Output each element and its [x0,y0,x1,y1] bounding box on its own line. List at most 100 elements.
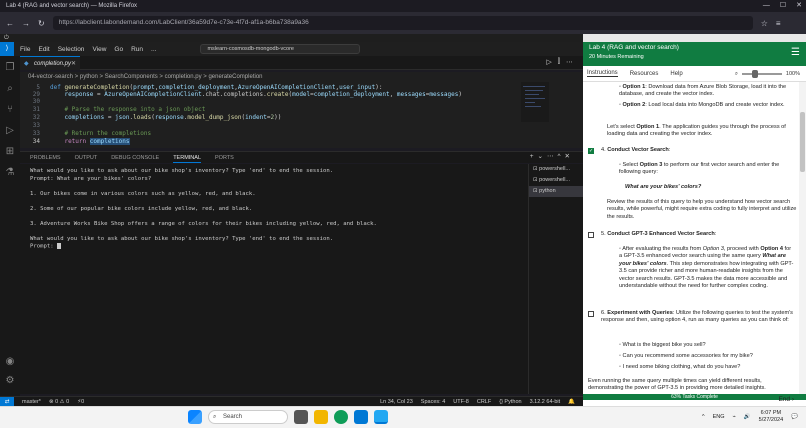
breadcrumb-function[interactable]: generateCompletion [208,74,262,80]
windows-start-icon[interactable] [188,410,202,424]
split-editor-icon[interactable]: ⫿ [558,58,560,66]
command-center-search[interactable]: mslearn-cosmosdb-mongodb-vcore [200,44,361,54]
menu-more[interactable]: ... [147,46,160,53]
extensions-icon[interactable]: ⊞ [6,146,14,157]
search-icon[interactable]: ⌕ [7,83,13,94]
clock[interactable]: 6:07 PM 5/27/2024 [759,410,783,424]
reload-icon[interactable]: ↻ [38,19,45,28]
run-file-icon[interactable]: ▷ [546,58,551,66]
terminal-prompt-line: Prompt: [30,243,518,251]
terminal-item-powershell-2[interactable]: ⊡ powershell... [529,175,583,186]
maximize-icon[interactable]: ☐ [780,0,786,12]
power-icon[interactable]: ⏻ [4,35,9,41]
file-explorer-icon[interactable] [314,410,328,424]
menu-view[interactable]: View [88,46,110,53]
minimap[interactable] [521,82,549,122]
lab-scrollbar-thumb[interactable] [800,112,805,172]
terminal-cursor [56,243,61,249]
code-editor[interactable]: 5 def generateCompletion(prompt,completi… [20,82,583,148]
task-5-checkbox[interactable] [588,232,594,238]
menu-file[interactable]: File [16,46,34,53]
tab-debug-console[interactable]: DEBUG CONSOLE [111,152,159,163]
tab-ports[interactable]: PORTS [215,152,234,163]
back-icon[interactable]: ← [6,19,14,28]
zoom-control: ⌕ 100% [735,66,800,82]
query-1: ◦ What is the biggest bike you sell? [619,342,706,348]
chevron-down-icon[interactable]: ⌄ [538,151,543,163]
taskbar-search-label: Search [223,414,243,420]
terminal-line: 2. Some of our popular bike colors inclu… [30,205,253,212]
tab-help[interactable]: Help [670,71,682,77]
terminal-item-powershell-1[interactable]: ⊡ powershell... [529,164,583,175]
tray-chevron-icon[interactable]: ^ [702,414,705,420]
code-line-def: def generateCompletion(prompt,completion… [50,84,383,91]
tab-completion-py[interactable]: ◆ completion.py ✕ [20,56,80,70]
task-4-query: What are your bikes' colors? [625,184,702,190]
zoom-slider[interactable] [741,70,782,78]
url-bar[interactable]: https://labclient.labondemand.com/LabCli… [52,16,753,30]
task-4-note: Review the results of this query to help… [607,199,797,220]
run-debug-icon[interactable]: ▷ [6,125,14,136]
zoom-slider-knob[interactable] [751,70,758,78]
tab-terminal[interactable]: TERMINAL [173,152,201,163]
terminal-item-python[interactable]: ⊡ python [529,186,583,197]
tab-resources[interactable]: Resources [630,71,659,77]
more-actions-icon[interactable]: ⋯ [566,58,573,66]
terminal[interactable]: What would you like to ask about our bik… [20,164,528,394]
terminal-line: 3. Adventure Works Bike Shop offers a ra… [30,220,377,227]
hamburger-menu-icon[interactable]: ☰ [791,47,800,58]
breadcrumb-path[interactable]: 04-vector-search > python > SearchCompon… [28,74,165,80]
minimize-icon[interactable]: — [763,0,770,12]
panel-tabs: PROBLEMS OUTPUT DEBUG CONSOLE TERMINAL P… [20,151,583,163]
notifications-icon[interactable]: 💬 [791,414,798,420]
firefox-menu-icon[interactable]: ≡ [776,19,781,28]
taskbar-search[interactable]: ⌕ Search [208,410,288,424]
line-number: 5 [36,84,40,91]
tab-output[interactable]: OUTPUT [75,152,98,163]
end-button[interactable]: End › [778,396,794,403]
language-indicator[interactable]: ENG [713,414,725,420]
terminal-line: What would you like to ask about our bik… [30,235,334,242]
menu-run[interactable]: Run [127,46,147,53]
option-1-note: Let's select Option 1. The application g… [607,124,786,138]
tab-problems[interactable]: PROBLEMS [30,152,61,163]
breadcrumb-file[interactable]: completion.py [165,74,202,80]
terminal-item-label: powershell... [539,177,571,183]
code-line-comment: # Return the completions [50,130,152,137]
close-panel-icon[interactable]: ✕ [565,151,570,163]
lab-footer: 63% Tasks Complete End › [583,394,806,406]
more-actions-icon[interactable]: ⋯ [547,151,554,163]
menu-edit[interactable]: Edit [34,46,53,53]
task-4-step: ◦ Select Option 3 to perform our first v… [619,162,780,176]
forward-icon[interactable]: → [22,19,30,28]
task-view-icon[interactable] [294,410,308,424]
network-icon[interactable]: ⌁ [733,414,736,420]
menu-selection[interactable]: Selection [54,46,89,53]
tab-instructions[interactable]: Instructions [587,70,618,77]
closing-note: Even running the same query multiple tim… [588,378,766,392]
bookmark-star-icon[interactable]: ☆ [761,19,768,28]
close-icon[interactable]: ✕ [796,0,802,12]
settings-gear-icon[interactable]: ⚙ [6,375,15,386]
zoom-search-icon[interactable]: ⌕ [735,71,738,78]
maximize-panel-icon[interactable]: ^ [557,151,560,163]
python-file-icon: ◆ [24,61,29,67]
menu-go[interactable]: Go [110,46,127,53]
edge-browser-icon[interactable] [334,410,348,424]
line-number: 32 [32,114,40,121]
store-icon[interactable] [354,410,368,424]
new-terminal-icon[interactable]: + [530,151,534,163]
tab-close-icon[interactable]: ✕ [71,57,76,71]
vscode-taskbar-icon[interactable] [374,410,388,424]
source-control-icon[interactable]: ⑂ [7,104,13,115]
line-number: 31 [32,106,40,113]
terminal-line: 1. Our bikes come in various colors such… [30,190,256,197]
explorer-icon[interactable]: ❐ [6,62,15,73]
account-icon[interactable]: ◉ [6,356,15,367]
lab-scrollbar[interactable] [799,82,806,394]
task-6-checkbox[interactable] [588,311,594,317]
task-4-checkbox[interactable]: ✓ [588,148,594,154]
testing-icon[interactable]: ⚗ [6,167,15,178]
volume-icon[interactable]: 🔊 [744,414,751,420]
